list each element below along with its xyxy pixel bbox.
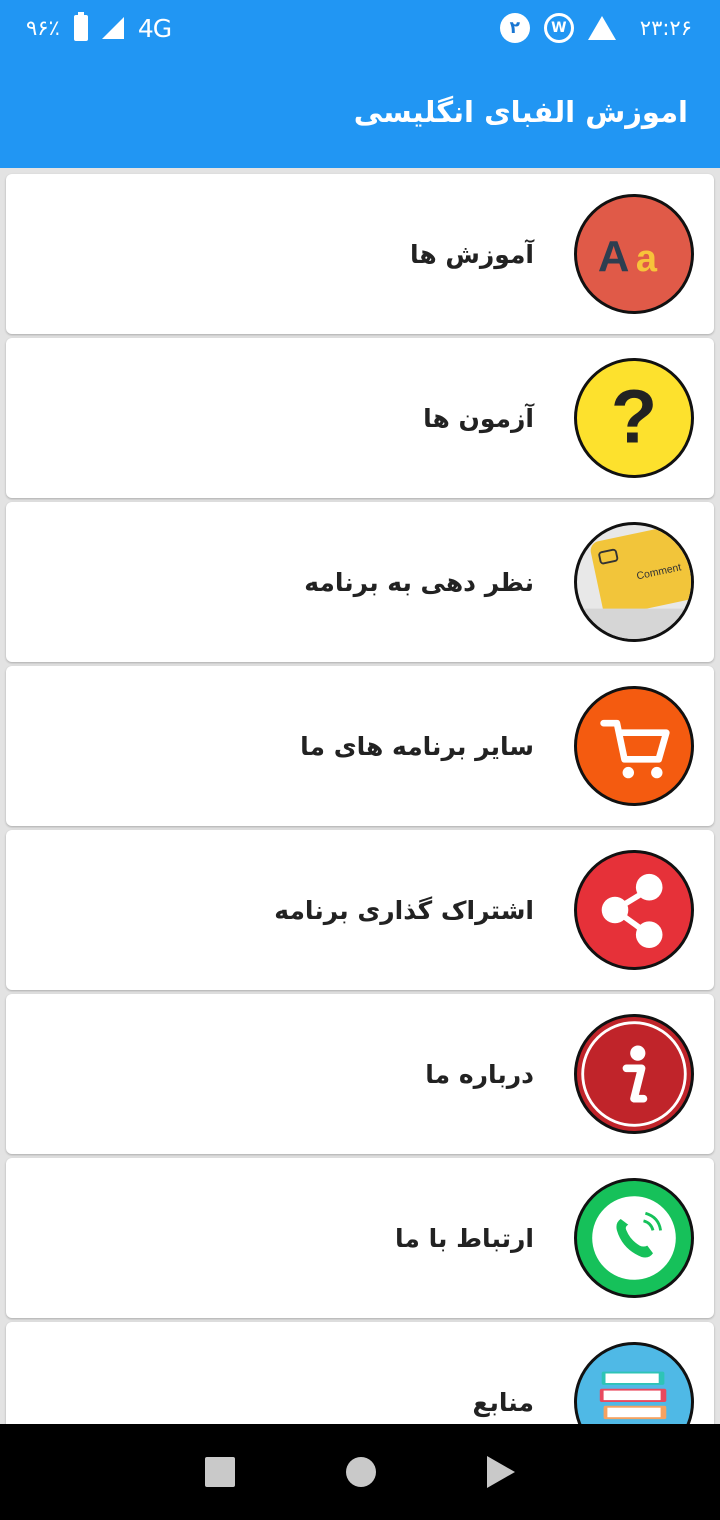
status-left: ۹۶٪ 4G [26,12,172,43]
menu-item-label: ارتباط با ما [395,1223,534,1253]
back-button[interactable] [486,1456,515,1488]
menu-item-label: آزمون ها [423,403,534,433]
vpn-icon: W [543,13,574,43]
info-icon [574,1014,694,1134]
app-bar: اموزش الفبای انگلیسی [0,56,720,168]
svg-text:a: a [636,238,658,280]
menu-item-label: آموزش ها [409,239,534,269]
comment-key-icon: Comment [574,522,694,642]
menu-list: A a آموزش ها ? آزمون ها Comment نظر دهی … [6,174,714,1486]
question-icon: ? [574,358,694,478]
clock: ۲۳:۲۶ [639,16,692,40]
alphabet-icon: A a [574,194,694,314]
status-right: ۲ W ۲۳:۲۶ [499,13,692,43]
menu-item-label: اشتراک گذاری برنامه [274,895,534,925]
notification-badge: ۲ [499,13,530,43]
phone-icon [574,1178,694,1298]
menu-item-share-app[interactable]: اشتراک گذاری برنامه [6,830,714,990]
cart-icon [574,686,694,806]
battery-percent: ۹۶٪ [26,16,60,40]
svg-text:A: A [598,232,630,281]
status-bar: ۹۶٪ 4G ۲ W ۲۳:۲۶ [0,0,720,56]
battery-icon [73,12,88,41]
network-type: 4G [137,13,172,43]
drive-icon [587,16,616,40]
navigation-bar [0,1424,720,1520]
menu-item-other-apps[interactable]: سایر برنامه های ما [6,666,714,826]
home-button[interactable] [345,1457,376,1487]
menu-item-label: منابع [472,1387,534,1417]
menu-item-label: سایر برنامه های ما [300,731,534,761]
svg-text:?: ? [611,375,657,460]
signal-icon [101,17,124,39]
recents-button[interactable] [205,1457,236,1487]
menu-item-tutorials[interactable]: A a آموزش ها [6,174,714,334]
share-icon [574,850,694,970]
menu-item-label: درباره ما [425,1059,534,1089]
menu-item-about-us[interactable]: درباره ما [6,994,714,1154]
page-title: اموزش الفبای انگلیسی [353,95,688,129]
menu-item-rate-app[interactable]: Comment نظر دهی به برنامه [6,502,714,662]
menu-item-label: نظر دهی به برنامه [304,567,534,597]
menu-item-contact-us[interactable]: ارتباط با ما [6,1158,714,1318]
menu-item-quizzes[interactable]: ? آزمون ها [6,338,714,498]
